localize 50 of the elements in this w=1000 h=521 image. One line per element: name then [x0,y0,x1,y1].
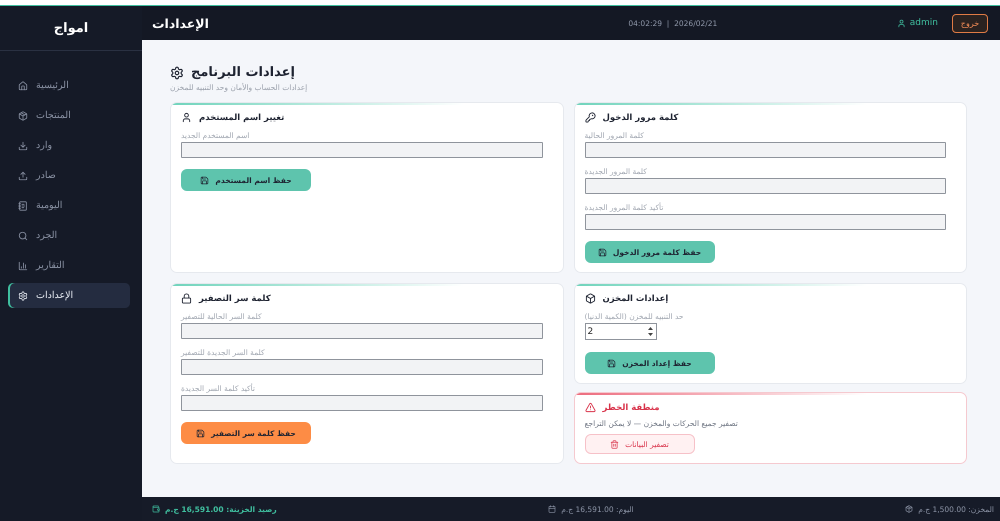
card-title-icon [181,112,192,123]
sidebar-item[interactable]: وارد [8,133,130,158]
page-heading: الإعدادات [152,16,209,30]
nav-icon [18,80,28,90]
sidebar-item[interactable]: التقارير [8,253,130,278]
sidebar-item[interactable]: الرئيسية [8,73,130,98]
brand-name: امواج [54,20,88,36]
sidebar-item[interactable]: اليومية [8,193,130,218]
sidebar-item[interactable]: الإعدادات [8,283,130,308]
number-field[interactable]: 2 [584,323,656,340]
spinner-icon[interactable] [646,325,654,338]
save-icon [200,176,210,184]
nav-icon [18,200,28,210]
input-field[interactable] [181,359,542,375]
warning-icon [584,402,596,413]
input-field[interactable] [181,323,542,339]
nav-icon [18,170,28,180]
input-field[interactable] [181,395,542,411]
input-field[interactable] [181,142,542,158]
settings-icon [170,66,184,80]
logout-button[interactable]: خروج [952,14,988,32]
card-title: كلمة مرور الدخول [602,112,678,122]
trash-icon [610,440,620,448]
page-title: إعدادات البرنامج [191,65,295,80]
sidebar-item[interactable]: الجرد [8,223,130,248]
card-title-icon [181,293,192,304]
sidebar-item[interactable]: صادر [8,163,130,188]
save-icon [598,248,607,256]
nav-icon [18,290,28,300]
card-title: إعدادات المخزن [602,294,668,304]
input-field[interactable] [584,178,946,194]
save-icon [607,358,616,368]
nav-icon [18,230,28,240]
card-title: تغيير اسم المستخدم [199,112,284,122]
card-title: منطقة الخطر [602,402,660,412]
card-title-icon [584,112,596,123]
nav-icon [18,140,28,150]
nav-icon [18,260,28,270]
input-field[interactable] [584,214,946,230]
nav-icon [18,110,28,120]
sidebar-item[interactable]: المنتجات [8,103,130,128]
card-title: كلمة سر التصفير [199,294,271,304]
status-icon [548,505,556,513]
status-icon [905,505,914,513]
user-icon [896,18,906,28]
user-label: admin [896,18,938,28]
input-field[interactable] [584,142,946,158]
save-icon [196,428,206,438]
status-icon [152,505,160,513]
card-title-icon [584,293,596,304]
